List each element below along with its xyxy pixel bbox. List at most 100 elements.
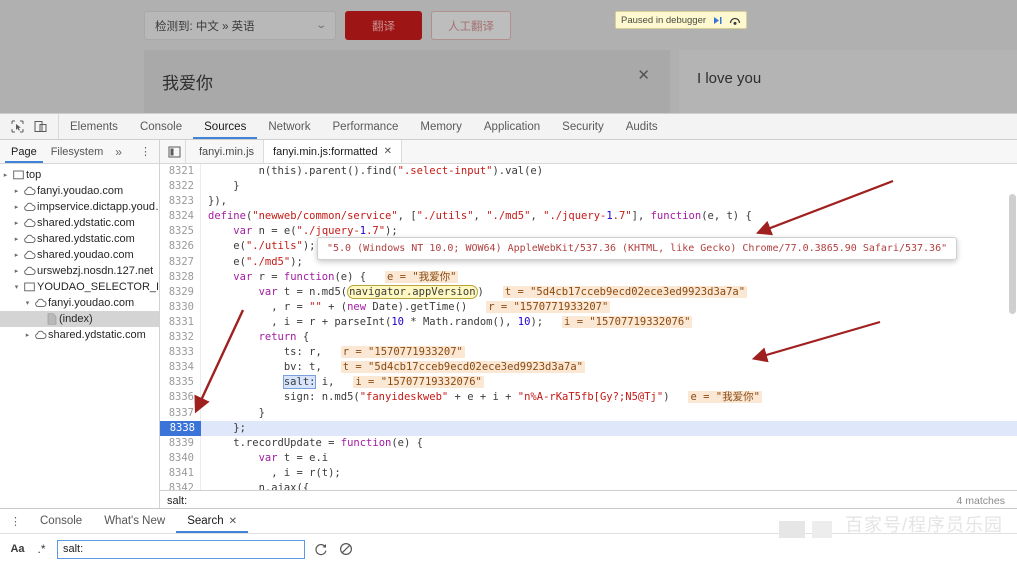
device-toolbar-icon[interactable] [31,118,50,136]
chevron-right-icon[interactable]: ▸ [0,171,11,179]
tree-item[interactable]: ▸fanyi.youdao.com [0,183,159,199]
chevron-right-icon[interactable]: ▸ [11,235,22,243]
file-tab[interactable]: fanyi.min.js:formatted✕ [263,140,402,163]
chevron-right-icon[interactable]: ▸ [11,203,22,211]
code-line[interactable]: 8339 t.recordUpdate = function(e) { [160,436,1017,451]
close-tab-icon[interactable]: ✕ [229,516,237,527]
code-line[interactable]: 8334 bv: t, t = "5d4cb17cceb9ecd02ece3ed… [160,360,1017,375]
code-view[interactable]: 8321 n(this).parent().find(".select-inpu… [160,164,1017,535]
tree-item[interactable]: ▾YOUDAO_SELECTOR_IFR… [0,279,159,295]
devtools-tab-elements[interactable]: Elements [59,114,129,139]
devtools-tab-sources[interactable]: Sources [193,114,257,139]
close-icon[interactable]: ✕ [637,68,650,83]
line-number[interactable]: 8334 [160,360,201,375]
line-number[interactable]: 8325 [160,224,201,239]
devtools-tab-audits[interactable]: Audits [615,114,669,139]
line-number[interactable]: 8336 [160,390,201,405]
code-line[interactable]: 8321 n(this).parent().find(".select-inpu… [160,164,1017,179]
match-case-button[interactable]: Aa [9,543,26,555]
drawer-tab-search[interactable]: Search✕ [176,509,248,533]
translate-button[interactable]: 翻译 [345,11,422,40]
line-number[interactable]: 8332 [160,330,201,345]
search-input[interactable]: salt: [57,540,305,559]
line-number[interactable]: 8337 [160,406,201,421]
tree-item[interactable]: ▸impservice.dictapp.youd… [0,199,159,215]
tree-item[interactable]: ▸shared.youdao.com [0,247,159,263]
line-number[interactable]: 8327 [160,255,201,270]
line-number[interactable]: 8329 [160,285,201,300]
tree-item[interactable]: ▸shared.ydstatic.com [0,231,159,247]
code-line[interactable]: 8330 , r = "" + (new Date).getTime() r =… [160,300,1017,315]
drawer-tab-console[interactable]: Console [29,509,93,533]
clear-icon[interactable] [337,540,355,558]
language-pair-select[interactable]: 检测到: 中文 » 英语 ⌄ [144,11,336,40]
navigator-tab-page[interactable]: Page [5,140,43,163]
devtools-tab-memory[interactable]: Memory [409,114,473,139]
line-number[interactable]: 8322 [160,179,201,194]
chevron-right-icon[interactable]: ▸ [11,267,22,275]
drawer-more-icon[interactable]: ⋮ [0,515,29,528]
chevron-right-icon[interactable]: ▸ [11,219,22,227]
code-line[interactable]: 8340 var t = e.i [160,451,1017,466]
devtools-tab-security[interactable]: Security [551,114,615,139]
code-line[interactable]: 8331 , i = r + parseInt(10 * Math.random… [160,315,1017,330]
chevron-right-icon[interactable]: ▸ [11,251,22,259]
regex-button[interactable]: .* [33,542,50,556]
inline-evaluated-value: e = "我爱你" [385,271,458,283]
code-line[interactable]: 8329 var t = n.md5(navigator.appVersion)… [160,285,1017,300]
navigator-toggle-icon[interactable] [164,140,186,163]
devtools-tab-network[interactable]: Network [257,114,321,139]
drawer-tab-what-s-new[interactable]: What's New [93,509,176,533]
navigator-more-tabs-icon[interactable]: » [111,140,126,163]
line-number[interactable]: 8324 [160,209,201,224]
refresh-icon[interactable] [312,540,330,558]
line-number[interactable]: 8331 [160,315,201,330]
code-line-current-execution[interactable]: 8338 }; [160,421,1017,436]
code-line[interactable]: 8322 } [160,179,1017,194]
tree-item[interactable]: ▸urswebzj.nosdn.127.net [0,263,159,279]
chevron-right-icon[interactable]: ▸ [11,187,22,195]
code-line[interactable]: 8324define("newweb/common/service", ["./… [160,209,1017,224]
line-number[interactable]: 8323 [160,194,201,209]
tree-item[interactable]: ▸top [0,167,159,183]
line-number[interactable]: 8341 [160,466,201,481]
devtools-tab-performance[interactable]: Performance [322,114,410,139]
chevron-down-icon[interactable]: ▾ [11,283,22,291]
line-number[interactable]: 8333 [160,345,201,360]
navigator-tab-filesystem[interactable]: Filesystem [45,140,110,163]
devtools-tab-application[interactable]: Application [473,114,551,139]
line-number[interactable]: 8330 [160,300,201,315]
line-number[interactable]: 8335 [160,375,201,390]
code-line[interactable]: 8341 , i = r(t); [160,466,1017,481]
tree-item[interactable]: (index) [0,311,159,327]
code-line[interactable]: 8336 sign: n.md5("fanyideskweb" + e + i … [160,390,1017,405]
close-tab-icon[interactable]: ✕ [384,146,392,157]
vertical-scroll-thumb[interactable] [1009,194,1016,314]
code-line[interactable]: 8323}), [160,194,1017,209]
line-number[interactable]: 8338 [160,421,201,436]
code-line[interactable]: 8332 return { [160,330,1017,345]
chevron-down-icon[interactable]: ▾ [22,299,33,307]
file-tab[interactable]: fanyi.min.js [190,140,263,163]
tree-item[interactable]: ▸shared.ydstatic.com [0,327,159,343]
code-line[interactable]: 8337 } [160,406,1017,421]
inspect-element-icon[interactable] [8,118,27,136]
code-line[interactable]: 8333 ts: r, r = "1570771933207" [160,345,1017,360]
source-textarea[interactable]: 我爱你 ✕ [144,50,670,113]
code-line[interactable]: 8328 var r = function(e) { e = "我爱你" [160,270,1017,285]
line-number[interactable]: 8328 [160,270,201,285]
resume-script-icon[interactable] [712,15,723,26]
line-number[interactable]: 8339 [160,436,201,451]
code-line[interactable]: 8335 salt: i, i = "15707719332076" [160,375,1017,390]
line-number[interactable]: 8321 [160,164,201,179]
chevron-right-icon[interactable]: ▸ [22,331,33,339]
tree-item[interactable]: ▸shared.ydstatic.com [0,215,159,231]
tree-item[interactable]: ▾fanyi.youdao.com [0,295,159,311]
navigator-more-options-icon[interactable]: ⋮ [134,140,159,163]
line-number[interactable]: 8340 [160,451,201,466]
devtools-tab-console[interactable]: Console [129,114,193,139]
editor-vertical-scrollbar[interactable] [1008,164,1017,535]
line-number[interactable]: 8326 [160,239,201,254]
human-translate-button[interactable]: 人工翻译 [431,11,511,40]
step-over-icon[interactable] [729,15,741,26]
